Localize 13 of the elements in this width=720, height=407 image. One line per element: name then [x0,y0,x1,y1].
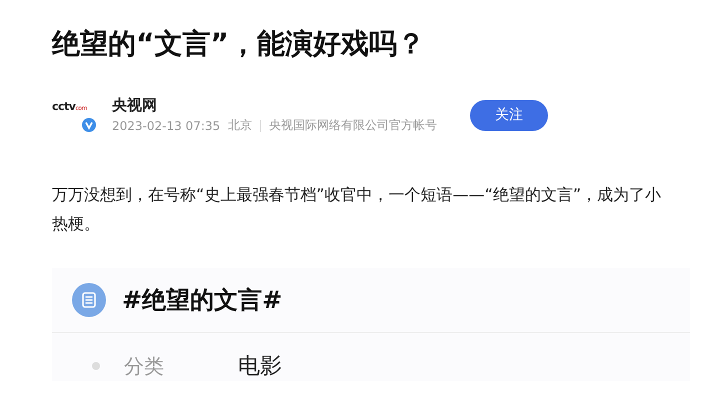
location: 北京 [228,117,252,134]
detail-label: 分类 [124,352,165,380]
publish-date: 2023-02-13 07:35 [112,118,220,132]
logo-text: cctv [52,100,76,113]
list-icon [72,283,106,317]
account-description: 央视国际网络有限公司官方帐号 [269,117,438,134]
detail-value: 电影 [238,353,283,381]
topic-title[interactable]: #绝望的文言# [122,284,282,316]
author-name[interactable]: 央视网 [112,96,456,115]
article-paragraph: 万万没想到，在号称“史上最强春节档”收官中，一个短语——“绝望的文言”，成为了小热梗。 [52,184,662,235]
follow-button[interactable]: 关注 [470,100,548,130]
bullet-dot [92,362,100,370]
article-title: 绝望的“文言”，能演好戏吗？ [52,26,426,62]
